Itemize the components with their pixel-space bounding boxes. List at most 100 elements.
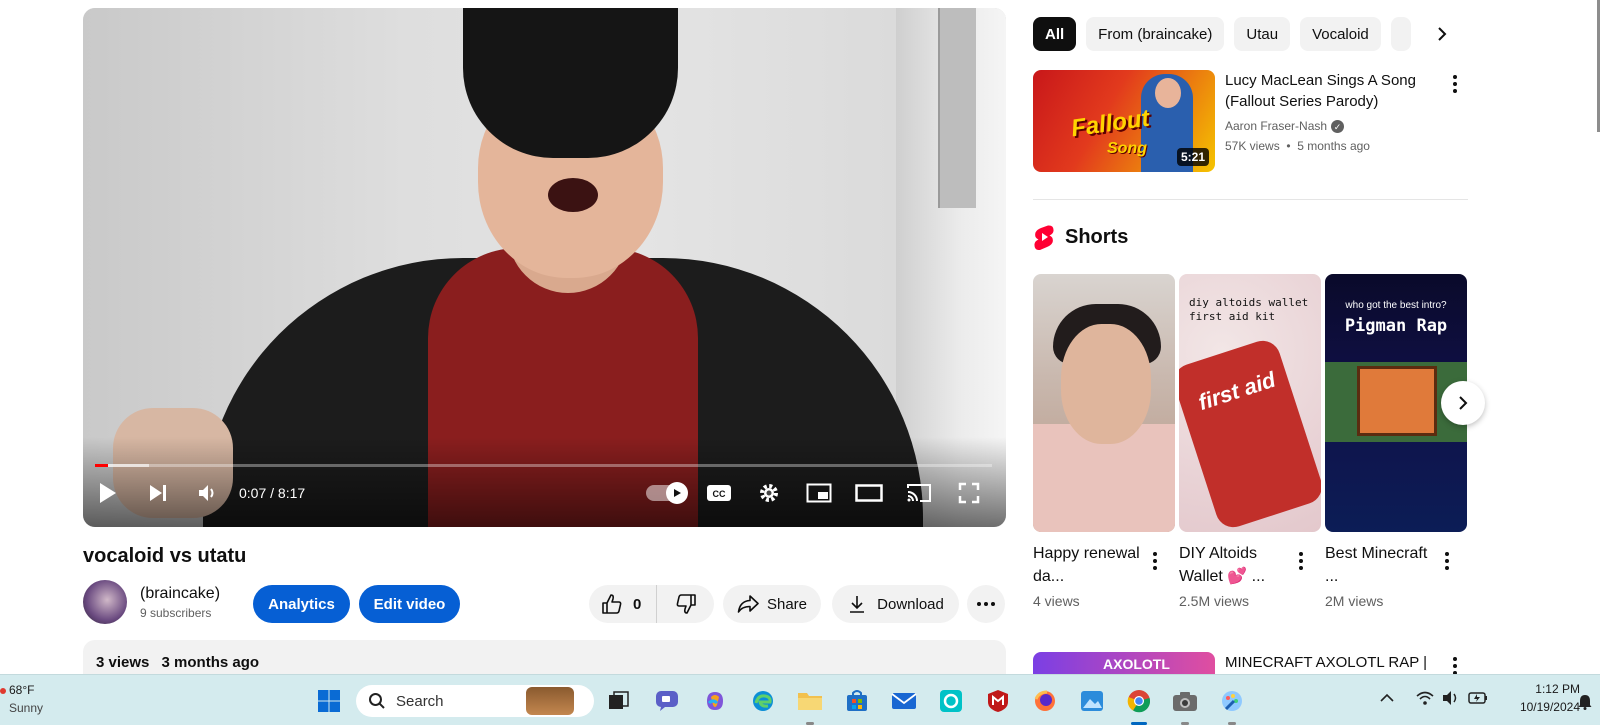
short-thumb-caption: diy altoids wallet first aid kit bbox=[1189, 296, 1309, 323]
channel-name[interactable]: (braincake) bbox=[140, 585, 220, 603]
recommendation-thumbnail[interactable]: AXOLOTL bbox=[1033, 652, 1215, 674]
recommendation-thumbnail[interactable]: Fallout Song 5:21 bbox=[1033, 70, 1215, 172]
thumb-subtitle-text: Song bbox=[1107, 140, 1147, 157]
photos-button[interactable] bbox=[1077, 686, 1107, 716]
section-divider bbox=[1033, 199, 1468, 200]
short-views: 2M views bbox=[1325, 593, 1384, 609]
notifications-button[interactable] bbox=[1578, 694, 1592, 715]
firefox-button[interactable] bbox=[1030, 686, 1060, 716]
theater-icon bbox=[855, 484, 883, 502]
chevron-up-icon[interactable] bbox=[1380, 693, 1394, 703]
more-horizontal-icon bbox=[977, 602, 995, 606]
channel-info: (braincake) 9 subscribers bbox=[83, 580, 220, 624]
video-player[interactable]: 0:07 / 8:17 CC bbox=[83, 8, 1006, 527]
fullscreen-icon bbox=[958, 482, 980, 504]
search-placeholder: Search bbox=[396, 692, 444, 710]
alexa-button[interactable] bbox=[936, 686, 966, 716]
short-thumbnail[interactable]: diy altoids wallet first aid kit first ai… bbox=[1179, 274, 1321, 532]
recommendation-channel[interactable]: Aaron Fraser-Nash bbox=[1225, 119, 1327, 133]
chat-app-button[interactable] bbox=[652, 686, 682, 716]
store-icon bbox=[847, 690, 867, 711]
short-menu-button[interactable] bbox=[1435, 549, 1459, 573]
recommendation-title[interactable]: MINECRAFT AXOLOTL RAP | bbox=[1225, 652, 1435, 673]
channel-avatar[interactable] bbox=[83, 580, 127, 624]
cast-button[interactable] bbox=[894, 473, 944, 513]
dislike-button[interactable] bbox=[657, 585, 714, 623]
recommendation-menu-button[interactable] bbox=[1443, 654, 1467, 674]
recommendation-item[interactable]: AXOLOTL MINECRAFT AXOLOTL RAP | bbox=[1033, 652, 1473, 674]
bell-icon bbox=[1578, 695, 1592, 710]
skip-next-icon bbox=[150, 485, 166, 501]
progress-bar[interactable] bbox=[95, 464, 992, 467]
chip-all[interactable]: All bbox=[1033, 17, 1077, 51]
more-actions-button[interactable] bbox=[967, 585, 1005, 623]
subscriber-count: 9 subscribers bbox=[140, 605, 212, 620]
wifi-icon[interactable] bbox=[1416, 691, 1434, 705]
captions-icon: CC bbox=[707, 485, 731, 501]
play-icon bbox=[100, 483, 116, 503]
theater-mode-button[interactable] bbox=[844, 473, 894, 513]
recommendation-views: 57K views bbox=[1225, 139, 1280, 153]
short-title[interactable]: Happy renewal da... bbox=[1033, 542, 1143, 588]
chips-next-button[interactable] bbox=[1425, 17, 1459, 51]
play-button[interactable] bbox=[83, 473, 133, 513]
copilot-button[interactable] bbox=[700, 686, 730, 716]
camera-button[interactable] bbox=[1170, 686, 1200, 716]
recommendation-title[interactable]: Lucy MacLean Sings A Song (Fallout Serie… bbox=[1225, 70, 1435, 112]
photos-icon bbox=[1081, 691, 1103, 711]
recommendation-menu-button[interactable] bbox=[1443, 72, 1467, 96]
short-title[interactable]: Best Minecraft ... bbox=[1325, 542, 1435, 588]
mcafee-button[interactable] bbox=[983, 686, 1013, 716]
shorts-heading: Shorts bbox=[1065, 225, 1129, 248]
settings-button[interactable] bbox=[744, 473, 794, 513]
file-explorer-button[interactable] bbox=[795, 686, 825, 716]
mail-button[interactable] bbox=[889, 686, 919, 716]
paint-button[interactable] bbox=[1217, 686, 1247, 716]
share-button[interactable]: Share bbox=[723, 585, 821, 623]
battery-icon[interactable] bbox=[1468, 691, 1488, 705]
chip-overflow[interactable] bbox=[1390, 17, 1411, 51]
recommendation-item[interactable]: Fallout Song 5:21 Lucy MacLean Sings A S… bbox=[1033, 70, 1473, 172]
edit-video-button[interactable]: Edit video bbox=[359, 585, 460, 623]
copilot-icon bbox=[707, 692, 723, 710]
taskbar-search[interactable]: Search bbox=[356, 685, 594, 717]
filter-chips: All From (braincake) Utau Vocaloid bbox=[1033, 17, 1411, 51]
short-menu-button[interactable] bbox=[1143, 549, 1167, 573]
shorts-icon bbox=[1034, 225, 1054, 250]
taskbar-clock[interactable]: 1:12 PM 10/19/2024 bbox=[1490, 680, 1580, 716]
volume-icon bbox=[199, 485, 214, 501]
time-display: 0:07 / 8:17 bbox=[239, 485, 306, 501]
store-button[interactable] bbox=[842, 686, 872, 716]
video-title: vocaloid vs utatu bbox=[83, 545, 247, 567]
chrome-icon bbox=[1127, 690, 1151, 713]
miniplayer-button[interactable] bbox=[794, 473, 844, 513]
autoplay-toggle[interactable] bbox=[646, 482, 688, 504]
chrome-button[interactable] bbox=[1124, 686, 1154, 716]
task-view-button[interactable] bbox=[604, 686, 634, 716]
upload-age: 3 months ago bbox=[161, 654, 260, 671]
verified-icon: ✓ bbox=[1331, 120, 1345, 134]
description-box[interactable]: 3 views 3 months ago bbox=[83, 640, 1006, 674]
chip-vocaloid[interactable]: Vocaloid bbox=[1300, 17, 1381, 51]
mcafee-icon bbox=[988, 690, 1008, 712]
chip-utau[interactable]: Utau bbox=[1234, 17, 1291, 51]
speaker-icon[interactable] bbox=[1442, 690, 1460, 706]
volume-button[interactable] bbox=[183, 473, 233, 513]
short-title[interactable]: DIY Altoids Wallet 💕 ... bbox=[1179, 542, 1289, 588]
short-thumbnail[interactable] bbox=[1033, 274, 1175, 532]
analytics-button[interactable]: Analytics bbox=[253, 585, 350, 623]
download-button[interactable]: Download bbox=[832, 585, 959, 623]
short-menu-button[interactable] bbox=[1289, 549, 1313, 573]
weather-widget[interactable]: 68°F Sunny bbox=[0, 683, 43, 715]
edge-browser-button[interactable] bbox=[748, 686, 778, 716]
start-button[interactable] bbox=[314, 686, 344, 716]
next-button[interactable] bbox=[133, 473, 183, 513]
chevron-right-icon bbox=[1459, 396, 1468, 410]
like-button[interactable]: 0 bbox=[589, 585, 657, 623]
cast-icon bbox=[907, 484, 931, 502]
chip-from-channel[interactable]: From (braincake) bbox=[1086, 17, 1225, 51]
shorts-next-button[interactable] bbox=[1441, 381, 1485, 425]
captions-button[interactable]: CC bbox=[694, 473, 744, 513]
fullscreen-button[interactable] bbox=[944, 473, 994, 513]
system-tray bbox=[1380, 690, 1488, 706]
